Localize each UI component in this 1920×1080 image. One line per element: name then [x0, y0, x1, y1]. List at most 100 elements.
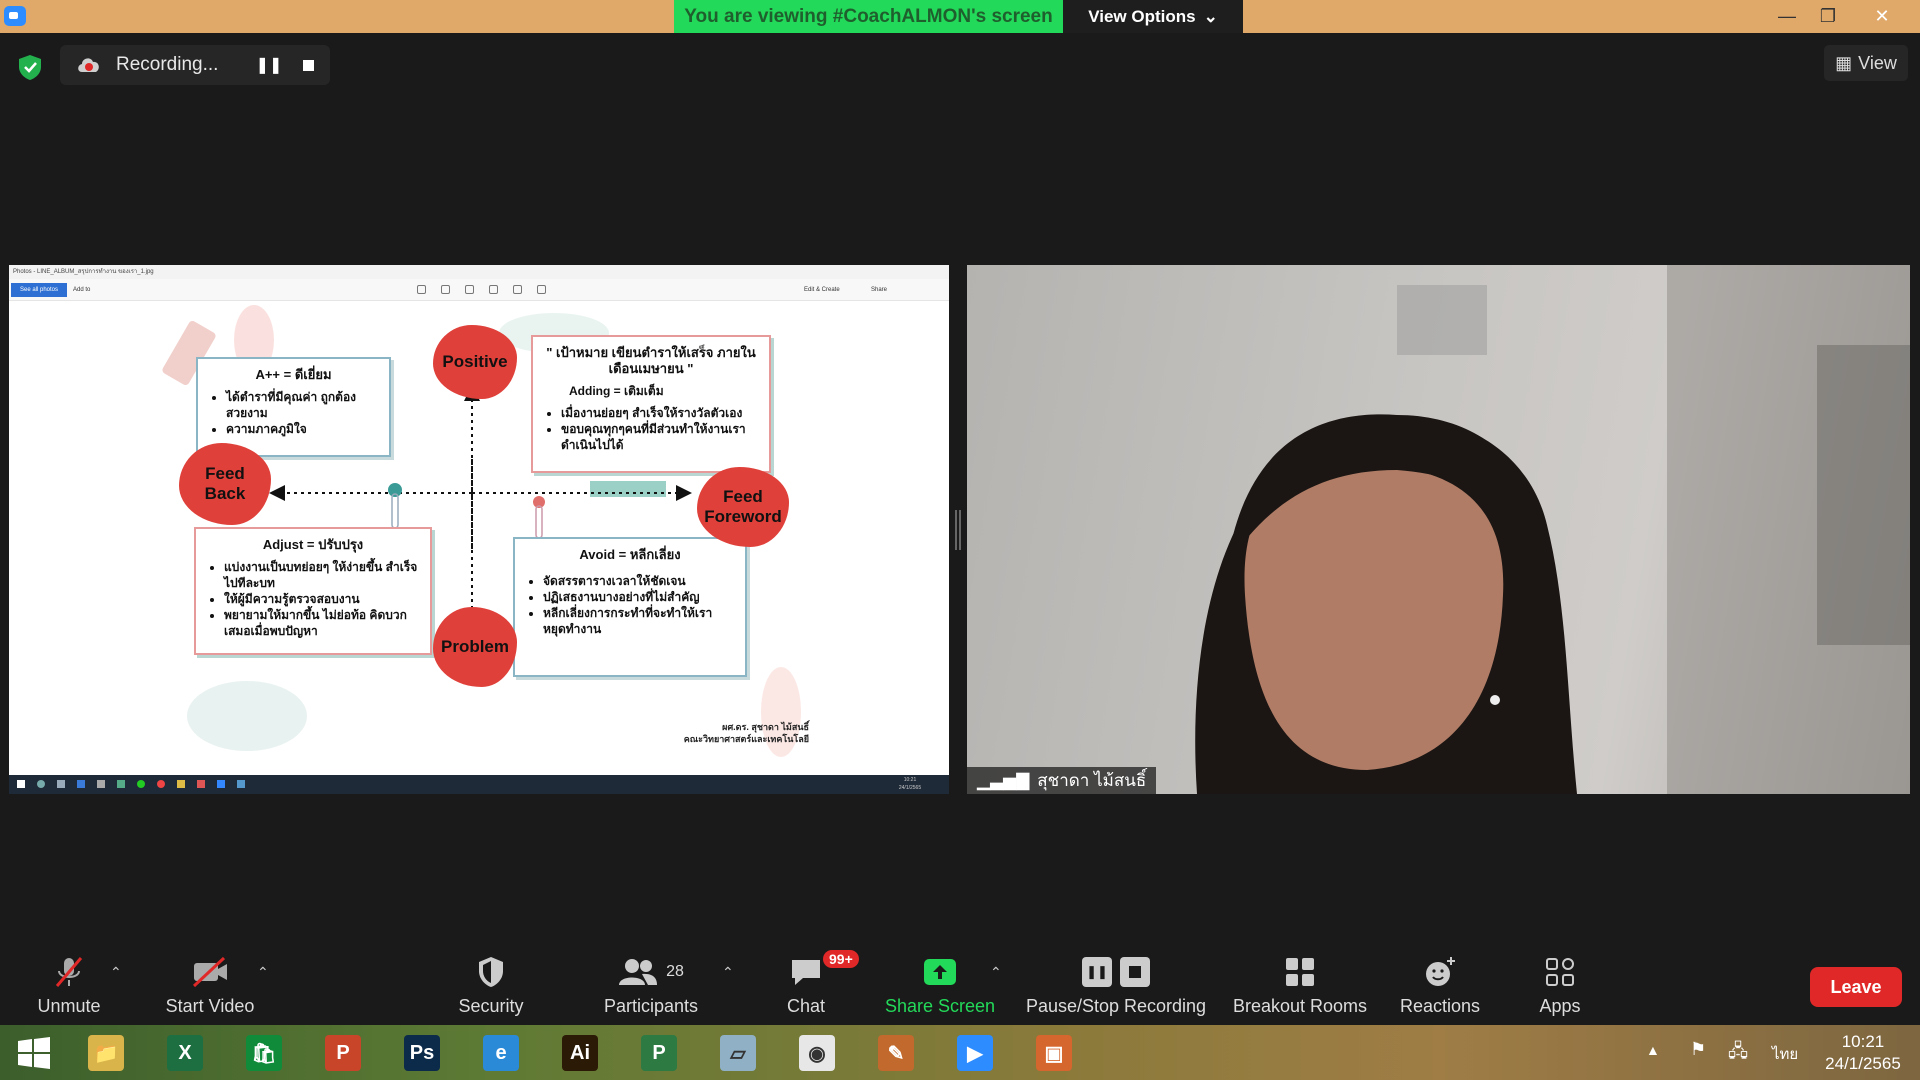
leave-meeting-button[interactable]: Leave [1810, 967, 1902, 1007]
app-icon [197, 780, 205, 788]
taskbar-app-photoshop[interactable]: Ps [392, 1030, 452, 1076]
participants-icon-group: 28 [618, 952, 684, 992]
audio-options-caret[interactable]: ⌃ [110, 964, 122, 981]
show-hidden-icons-caret[interactable]: ▲ [1646, 1042, 1660, 1058]
participants-label: Participants [603, 996, 699, 1016]
share-options-caret[interactable]: ⌃ [990, 964, 1002, 981]
stop-icon [302, 59, 314, 71]
photos-window-title: Photos - LINE_ALBUM_สรุปการทำงาน ของเรา_… [9, 265, 949, 279]
chat-button[interactable]: 99+ Chat [776, 950, 859, 1025]
folder-icon [177, 780, 185, 788]
recording-indicator: Recording... ❚❚ [60, 45, 330, 85]
chat-unread-badge: 99+ [823, 950, 859, 968]
view-options-button[interactable]: View Options ⌄ [1063, 0, 1243, 33]
taskbar-app-notes[interactable]: ▱ [708, 1030, 768, 1076]
clock-date: 24/1/2565 [1825, 1054, 1901, 1073]
note-subtitle: Adding = เติมเต็ม [569, 384, 664, 398]
participant-video [1195, 265, 1910, 794]
apps-label: Apps [1539, 996, 1581, 1016]
title-bar: You are viewing #CoachALMON's screen Vie… [0, 0, 1920, 33]
network-icon[interactable]: 🖧 [1728, 1039, 1748, 1069]
apps-icon [1544, 952, 1576, 992]
pause-recording-button[interactable]: ❚❚ [254, 51, 284, 79]
taskbar-app-powerpoint[interactable]: P [313, 1030, 373, 1076]
reactions-label: Reactions [1399, 996, 1481, 1016]
excel-icon: X [167, 1035, 203, 1071]
participants-options-caret[interactable]: ⌃ [722, 964, 734, 981]
participant-name-tag: ▁▃▅▇ สุชาดา ไม้สนธิ์ [967, 767, 1157, 794]
photos-icon [237, 780, 245, 788]
taskbar-app-zoom[interactable]: ▶ [945, 1030, 1005, 1076]
viewing-screen-banner: You are viewing #CoachALMON's screen [674, 0, 1063, 33]
zoom-out-icon [441, 285, 450, 294]
chrome-icon: ◉ [799, 1035, 835, 1071]
photoshop-icon: Ps [404, 1035, 440, 1071]
taskbar-app-illustrator[interactable]: Ai [550, 1030, 610, 1076]
note-item: ให้ผู้มีความรู้ตรวจสอบงาน [224, 591, 418, 607]
taskbar-app-project[interactable]: P [629, 1030, 689, 1076]
taskbar-app-store[interactable]: 🛍 [234, 1030, 294, 1076]
participants-icon [619, 959, 658, 985]
close-window-button[interactable]: ✕ [1860, 0, 1904, 33]
edit-create-button: Edit & Create [804, 287, 840, 293]
internet-explorer-icon: e [483, 1035, 519, 1071]
pause-stop-icon-group: ❚❚ [1082, 952, 1150, 992]
muted-microphone-icon [51, 952, 87, 992]
apps-button[interactable]: Apps [1530, 950, 1590, 1025]
participants-button[interactable]: 28 Participants [596, 950, 706, 1025]
taskbar-app-internet-explorer[interactable]: e [471, 1030, 531, 1076]
rotate-icon [513, 285, 522, 294]
start-video-button[interactable]: Start Video [160, 950, 260, 1025]
encryption-shield-icon[interactable] [16, 53, 44, 81]
remote-clock: 10:21 24/1/2565 [893, 776, 927, 792]
taskbar-app-powerpoint-slide[interactable]: ▣ [1024, 1030, 1084, 1076]
blob-problem: Problem [433, 607, 517, 687]
breakout-rooms-button[interactable]: Breakout Rooms [1230, 950, 1370, 1025]
input-language-indicator[interactable]: ไทย [1772, 1042, 1798, 1066]
start-button[interactable] [4, 1030, 64, 1076]
participant-video-tile: ▁▃▅▇ สุชาดา ไม้สนธิ์ [967, 265, 1910, 794]
zoom-app-icon [4, 6, 26, 26]
note-box-avoid: Avoid = หลีกเลี่ยง จัดสรรตารางเวลาให้ชัด… [513, 537, 747, 677]
breakout-rooms-icon [1284, 952, 1316, 992]
split-drag-handle[interactable] [955, 510, 961, 550]
note-item: ความภาคภูมิใจ [226, 421, 377, 437]
reactions-button[interactable]: Reactions [1390, 950, 1490, 1025]
system-clock[interactable]: 10:21 24/1/2565 [1808, 1031, 1918, 1075]
note-item: เมื่องานย่อยๆ สำเร็จให้รางวัลตัวเอง [561, 405, 757, 421]
taskbar-app-excel[interactable]: X [155, 1030, 215, 1076]
crop-icon [537, 285, 546, 294]
note-item: แบ่งงานเป็นบทย่อยๆ ให้ง่ายขึ้น สำเร็จไปท… [224, 559, 418, 591]
share-screen-button[interactable]: Share Screen [880, 950, 1000, 1025]
remote-date: 24/1/2565 [898, 785, 922, 791]
unmute-button[interactable]: Unmute [28, 950, 110, 1025]
note-title: " เป้าหมาย เขียนตำราให้เสร็จ ภายในเดือนเ… [546, 345, 756, 376]
note-item: จัดสรรตารางเวลาให้ชัดเจน [543, 573, 733, 589]
meeting-toolbar: Unmute ⌃ Start Video ⌃ Security 28 Parti… [0, 950, 1920, 1025]
minimize-window-button[interactable]: — [1765, 0, 1809, 33]
video-options-caret[interactable]: ⌃ [257, 964, 269, 981]
note-item: ปฏิเสธงานบางอย่างที่ไม่สำคัญ [543, 589, 733, 605]
share-screen-icon [922, 952, 958, 992]
restore-window-button[interactable]: ❐ [1806, 0, 1850, 33]
action-center-flag-icon[interactable]: ⚑ [1690, 1039, 1706, 1060]
taskbar-app-chrome[interactable]: ◉ [787, 1030, 847, 1076]
pause-stop-recording-label: Pause/Stop Recording [1025, 996, 1207, 1016]
unmute-label: Unmute [37, 996, 101, 1016]
grid-view-icon: ▦ [1835, 52, 1853, 73]
slide-canvas: A++ = ดีเยี่ยม ได้ตำราที่มีคุณค่า ถูกต้อ… [9, 301, 949, 775]
zoom-icon: ▶ [957, 1035, 993, 1071]
view-layout-button[interactable]: ▦ View [1824, 45, 1908, 81]
app-icon [97, 780, 105, 788]
taskbar-app-paint[interactable]: ✎ [866, 1030, 926, 1076]
clock-time: 10:21 [1841, 1032, 1885, 1051]
line-icon [137, 780, 145, 788]
pause-stop-recording-button[interactable]: ❚❚ Pause/Stop Recording [1025, 950, 1207, 1025]
stop-recording-button[interactable] [293, 51, 323, 79]
remote-time: 10:21 [903, 777, 917, 783]
taskview-icon [57, 780, 65, 788]
taskbar-app-file-explorer[interactable]: 📁 [76, 1030, 136, 1076]
security-button[interactable]: Security [450, 950, 532, 1025]
participant-name: สุชาดา ไม้สนธิ์ [1037, 771, 1147, 790]
windows-icon [17, 780, 25, 788]
